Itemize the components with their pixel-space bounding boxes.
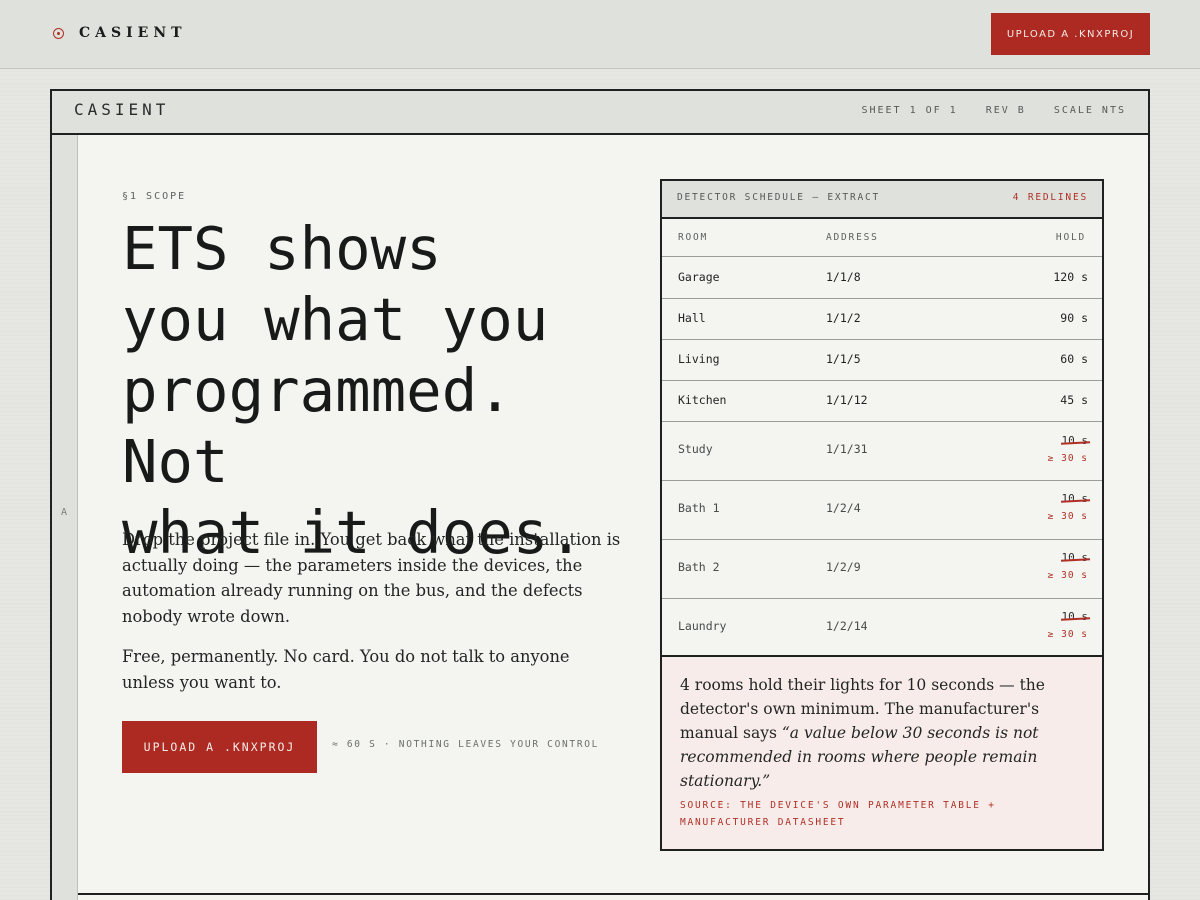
address-cell: 1/2/4 [826, 501, 861, 515]
address-cell: 1/1/31 [826, 442, 868, 456]
hold-cell: 90 s [1060, 311, 1088, 325]
sheet-divider [78, 893, 1148, 895]
room-cell: Bath 2 [678, 560, 720, 574]
revision: REV B [985, 105, 1026, 116]
room-cell: Hall [678, 311, 706, 325]
drawing-sheet: CASIENT SHEET 1 OF 1 REV B SCALE NTS A §… [50, 89, 1150, 900]
detector-schedule: DETECTOR SCHEDULE — EXTRACT 4 REDLINES R… [660, 179, 1104, 851]
brand-logo-icon [53, 27, 64, 39]
margin-row-letter: A [61, 507, 68, 518]
room-cell: Kitchen [678, 393, 727, 407]
corrected-hold-value: ≥ 30 s [1047, 511, 1088, 522]
table-row: Kitchen 1/1/12 45 s [662, 381, 1102, 422]
schedule-title: DETECTOR SCHEDULE — EXTRACT [677, 192, 881, 203]
table-row: Hall 1/1/2 90 s [662, 299, 1102, 340]
top-bar: CASIENT UPLOAD A .KNXPROJ [0, 0, 1200, 69]
upload-button[interactable]: UPLOAD A .KNXPROJ [122, 721, 317, 773]
room-cell: Living [678, 352, 720, 366]
room-cell: Bath 1 [678, 501, 720, 515]
upload-note: ≈ 60 S · NOTHING LEAVES YOUR CONTROL [332, 739, 600, 750]
hold-cell: 60 s [1060, 352, 1088, 366]
column-header-address: ADDRESS [826, 232, 879, 243]
headline-line: ETS shows [122, 214, 442, 283]
intro-paragraph: Drop the project file in. You get back w… [122, 530, 621, 626]
corrected-hold-value: ≥ 30 s [1047, 453, 1088, 464]
column-header-room: ROOM [678, 232, 709, 243]
pricing-paragraph: Free, permanently. No card. You do not t… [122, 647, 570, 692]
schedule-column-headers: ROOM ADDRESS HOLD [662, 219, 1102, 257]
room-cell: Study [678, 442, 713, 456]
headline-line: you what you [122, 285, 549, 354]
note-source: SOURCE: THE DEVICE'S OWN PARAMETER TABLE… [680, 800, 996, 828]
room-cell: Garage [678, 270, 720, 284]
address-cell: 1/1/8 [826, 270, 861, 284]
address-cell: 1/1/12 [826, 393, 868, 407]
section-label: §1 SCOPE [122, 191, 187, 202]
headline-line: programmed. Not [122, 356, 513, 496]
title-block-name: CASIENT [74, 100, 170, 119]
hold-cell: 45 s [1060, 393, 1088, 407]
schedule-header: DETECTOR SCHEDULE — EXTRACT 4 REDLINES [662, 181, 1102, 219]
corrected-hold-value: ≥ 30 s [1047, 570, 1088, 581]
table-row: Living 1/1/5 60 s [662, 340, 1102, 381]
table-row-redline: Bath 2 1/2/9 10 s ≥ 30 s [662, 540, 1102, 599]
table-row-redline: Laundry 1/2/14 10 s ≥ 30 s [662, 599, 1102, 657]
title-block-meta: SHEET 1 OF 1 REV B SCALE NTS [861, 105, 1126, 116]
note-text: 4 rooms hold their lights for 10 seconds… [680, 673, 1080, 793]
redlines-badge: 4 REDLINES [1012, 192, 1088, 203]
title-block: CASIENT SHEET 1 OF 1 REV B SCALE NTS [52, 91, 1148, 135]
table-row-redline: Bath 1 1/2/4 10 s ≥ 30 s [662, 481, 1102, 540]
column-header-hold: HOLD [1055, 232, 1086, 243]
address-cell: 1/2/14 [826, 619, 868, 633]
hold-cell: 120 s [1053, 270, 1088, 284]
page-headline: ETS shows you what you programmed. Not w… [122, 213, 642, 568]
table-row: Garage 1/1/8 120 s [662, 258, 1102, 299]
header-upload-button[interactable]: UPLOAD A .KNXPROJ [991, 13, 1150, 55]
brand-name: CASIENT [79, 25, 187, 41]
address-cell: 1/1/5 [826, 352, 861, 366]
room-cell: Laundry [678, 619, 727, 633]
address-cell: 1/2/9 [826, 560, 861, 574]
redline-note: 4 rooms hold their lights for 10 seconds… [662, 657, 1102, 849]
scale: SCALE NTS [1053, 105, 1126, 116]
brand[interactable]: CASIENT [53, 25, 187, 41]
sheet-number: SHEET 1 OF 1 [861, 105, 958, 116]
address-cell: 1/1/2 [826, 311, 861, 325]
table-row-redline: Study 1/1/31 10 s ≥ 30 s [662, 422, 1102, 481]
corrected-hold-value: ≥ 30 s [1047, 629, 1088, 640]
margin-strip: A [52, 135, 78, 900]
